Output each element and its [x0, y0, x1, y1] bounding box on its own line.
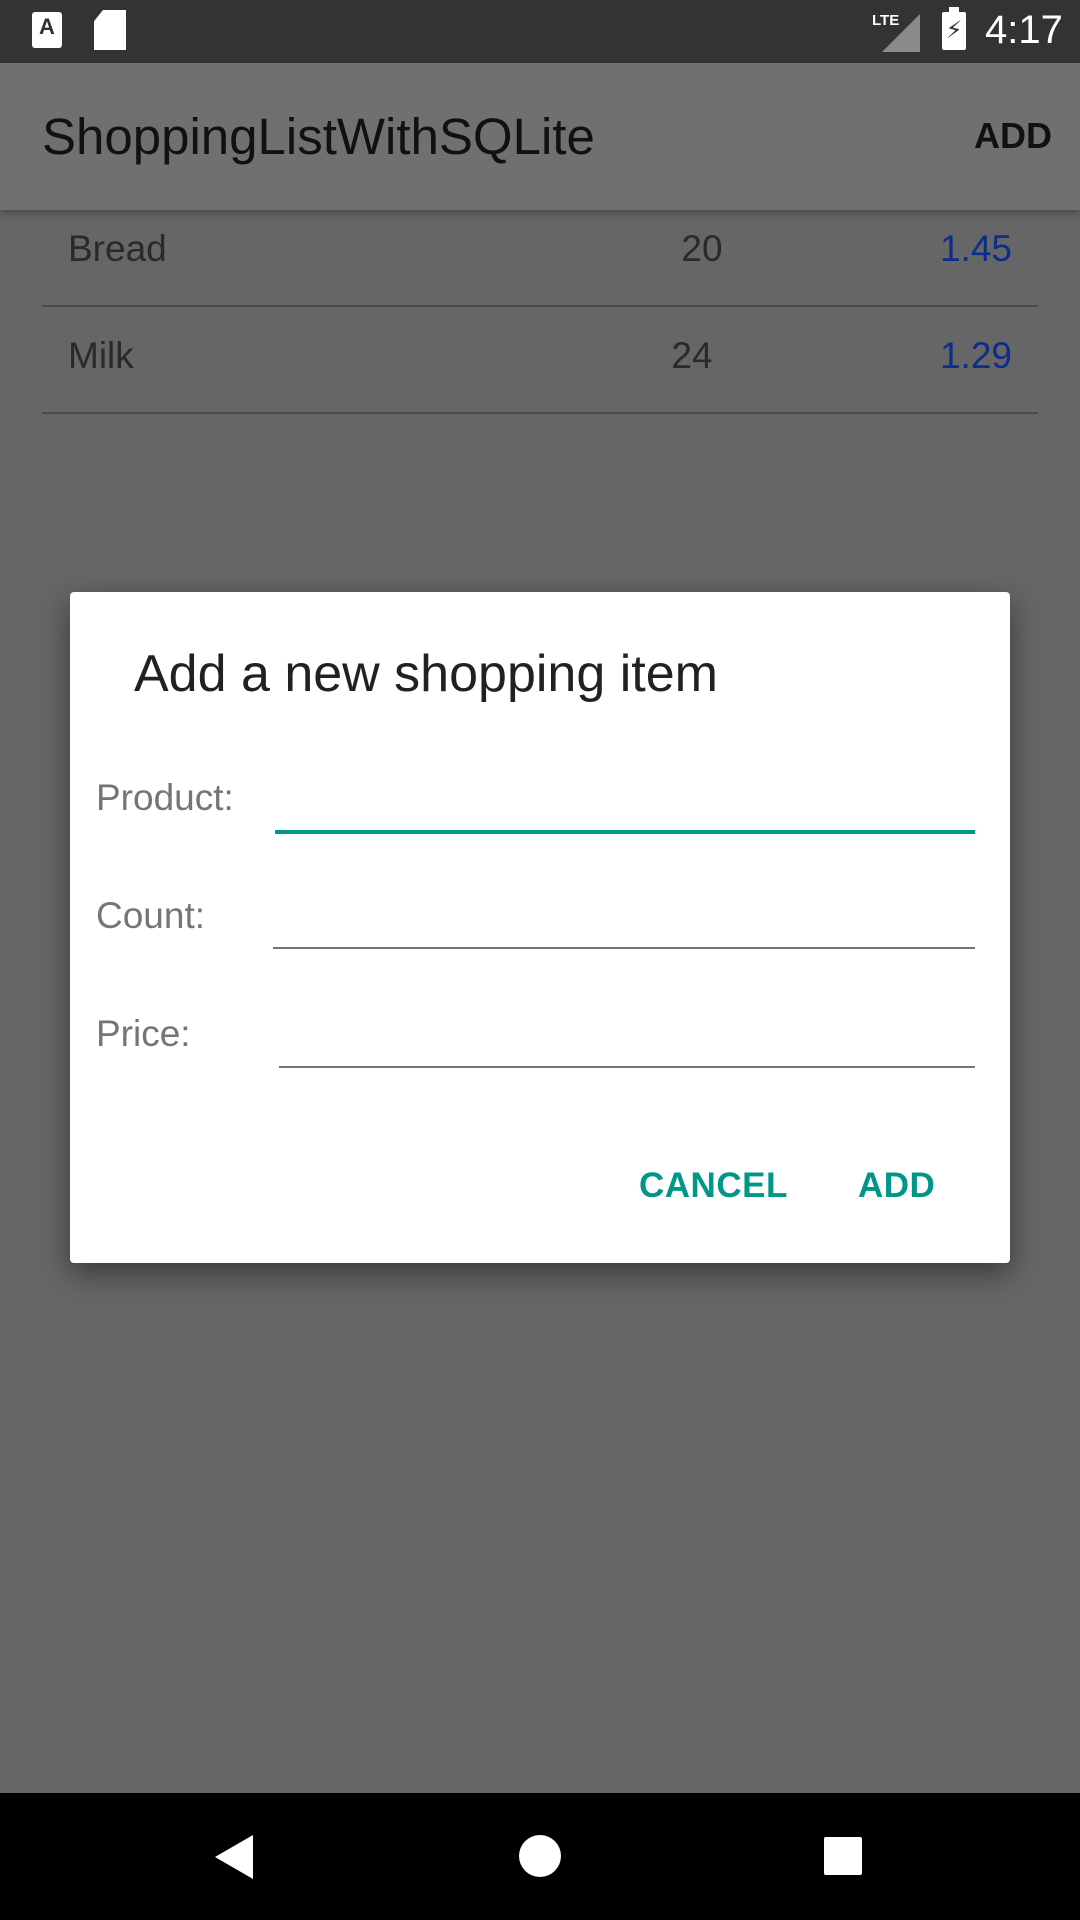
item-price: 1.45 [939, 228, 1012, 269]
product-label: Product: [96, 777, 234, 818]
back-icon[interactable] [215, 1835, 253, 1879]
app-bar: ShoppingListWithSQLite ADD [0, 63, 1080, 210]
sd-card-icon [94, 10, 126, 50]
price-label: Price: [96, 1013, 191, 1054]
battery-charging-icon: ⚡ [942, 7, 966, 50]
app-title: ShoppingListWithSQLite [42, 108, 595, 165]
product-input[interactable] [275, 767, 973, 819]
count-input[interactable] [273, 885, 973, 937]
status-bar: A LTE ⚡ 4:17 [0, 0, 1080, 63]
status-time: 4:17 [985, 8, 1063, 52]
a-notification-icon: A [32, 12, 62, 48]
list-item[interactable]: Bread 20 1.45 [42, 200, 1038, 307]
item-name: Milk [68, 335, 134, 376]
product-input-underline [275, 830, 975, 834]
item-count: 20 [681, 228, 723, 269]
count-input-underline [273, 947, 975, 949]
add-item-dialog: Add a new shopping item Product: Count: … [70, 592, 1010, 1263]
price-input-underline [279, 1066, 975, 1068]
home-icon[interactable] [519, 1835, 561, 1877]
count-label: Count: [96, 895, 206, 936]
signal-icon [882, 14, 920, 52]
cancel-button[interactable]: CANCEL [639, 1166, 788, 1206]
item-name: Bread [68, 228, 167, 269]
navigation-bar [0, 1793, 1080, 1920]
shopping-list: Bread 20 1.45 Milk 24 1.29 [42, 200, 1038, 414]
add-action-button[interactable]: ADD [974, 115, 1052, 157]
dialog-title: Add a new shopping item [134, 645, 718, 703]
price-input[interactable] [279, 1003, 973, 1055]
recents-icon[interactable] [824, 1837, 862, 1875]
item-count: 24 [671, 335, 713, 376]
list-item[interactable]: Milk 24 1.29 [42, 307, 1038, 414]
item-price: 1.29 [939, 335, 1012, 376]
dialog-add-button[interactable]: ADD [858, 1166, 935, 1206]
